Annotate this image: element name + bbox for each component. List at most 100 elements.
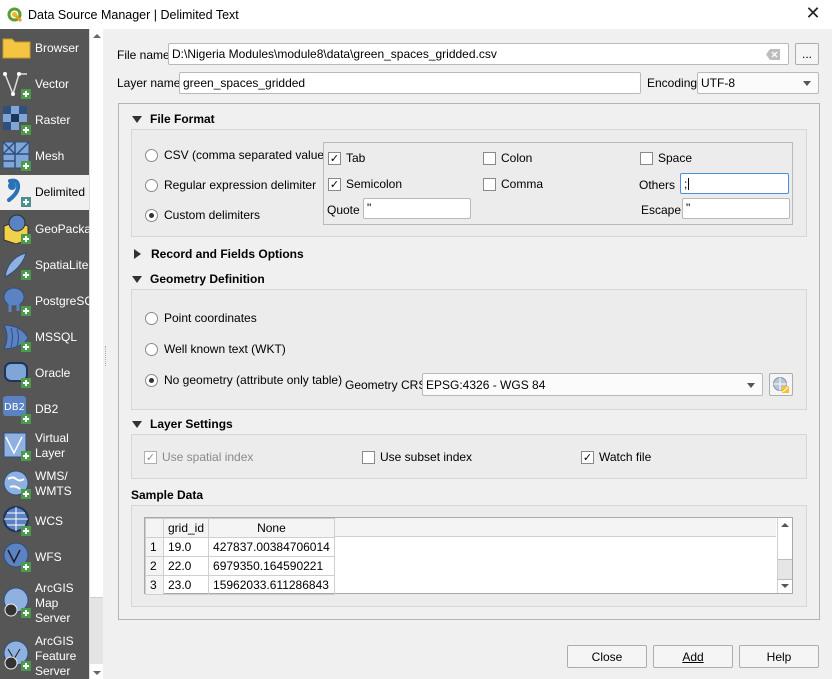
checkbox-tab[interactable]: ✓ Tab xyxy=(328,151,365,165)
table-cell: 23.0 xyxy=(162,575,210,595)
expand-triangle-icon xyxy=(132,115,142,123)
sidebar-item-wms-wmts[interactable]: WMS/WMTS xyxy=(0,467,89,501)
add-button[interactable]: Add xyxy=(653,645,733,668)
crs-selector-button[interactable] xyxy=(769,373,793,396)
sidebar-item-label: Oracle xyxy=(35,365,71,380)
scroll-up-icon[interactable] xyxy=(93,34,101,38)
sidebar-item-arcgis-feature-server[interactable]: ArcGIS Feature Server xyxy=(0,632,89,679)
expand-triangle-icon xyxy=(132,420,142,428)
radio-csv[interactable]: CSV (comma separated values) xyxy=(145,148,334,162)
radio-regex[interactable]: Regular expression delimiter xyxy=(145,178,316,192)
sidebar-item-label: ArcGIS Map Server xyxy=(35,580,74,625)
radio-custom-delimiters[interactable]: Custom delimiters xyxy=(145,208,260,222)
sidebar-item-spatialite[interactable]: SpatiaLite xyxy=(0,249,89,281)
scroll-down-icon[interactable] xyxy=(93,671,101,675)
others-input[interactable]: ; xyxy=(680,173,789,194)
checkbox-colon[interactable]: Colon xyxy=(483,151,532,165)
column-header-corner xyxy=(145,518,164,538)
crs-select[interactable]: EPSG:4326 - WGS 84 xyxy=(422,373,763,396)
checkbox-space-label: Space xyxy=(658,151,693,165)
radio-no-geometry-label: No geometry (attribute only table) xyxy=(164,373,343,387)
encoding-value: UTF-8 xyxy=(701,76,735,90)
splitter-handle[interactable] xyxy=(105,346,107,366)
sidebar-item-geopackage[interactable]: GeoPackage xyxy=(0,213,89,245)
sidebar-item-arcgis-map-server[interactable]: ArcGIS Map Server xyxy=(0,579,89,627)
sidebar-item-wcs[interactable]: WCS xyxy=(0,505,89,537)
sidebar-item-db2[interactable]: DB2 DB2 xyxy=(0,393,89,425)
radio-point-label: Point coordinates xyxy=(164,311,257,325)
sidebar-item-raster[interactable]: Raster xyxy=(0,104,89,136)
sidebar-item-mesh[interactable]: Mesh xyxy=(0,140,89,172)
checkbox-watch-file-label: Watch file xyxy=(599,450,652,464)
spatialite-icon xyxy=(4,252,31,280)
checkbox-comma[interactable]: Comma xyxy=(483,177,543,191)
geometry-header[interactable]: Geometry Definition xyxy=(132,272,265,286)
chevron-down-icon xyxy=(747,382,755,388)
sidebar-item-label: ArcGIS Feature Server xyxy=(35,633,77,678)
checkbox-watch-file[interactable]: ✓ Watch file xyxy=(581,450,651,464)
checkbox-indicator xyxy=(640,151,653,165)
table-scrollbar[interactable] xyxy=(777,518,792,593)
quote-input[interactable]: " xyxy=(363,198,471,219)
sidebar-item-oracle[interactable]: Oracle xyxy=(0,357,89,389)
sidebar-item-vector[interactable]: Vector xyxy=(0,68,89,100)
scrollbar-thumb[interactable] xyxy=(90,597,103,664)
scrollbar-thumb[interactable] xyxy=(778,559,792,580)
encoding-select[interactable]: UTF-8 xyxy=(697,72,819,94)
delimited-text-icon xyxy=(7,178,31,207)
radio-indicator xyxy=(145,208,158,222)
radio-wkt[interactable]: Well known text (WKT) xyxy=(145,342,286,356)
sidebar-item-delimited[interactable]: Delimited xyxy=(0,175,89,210)
checkbox-semicolon[interactable]: ✓ Semicolon xyxy=(328,177,402,191)
radio-indicator xyxy=(145,311,158,325)
column-header-grid-id[interactable]: grid_id xyxy=(162,518,210,538)
file-format-header[interactable]: File Format xyxy=(132,112,215,126)
sidebar-scrollbar[interactable] xyxy=(89,29,103,679)
help-button[interactable]: Help xyxy=(739,645,819,668)
record-fields-header[interactable]: Record and Fields Options xyxy=(132,247,304,261)
radio-wkt-label: Well known text (WKT) xyxy=(164,342,286,356)
checkbox-use-subset-index[interactable]: Use subset index xyxy=(362,450,472,464)
scroll-down-icon[interactable] xyxy=(781,584,789,588)
radio-no-geometry[interactable]: No geometry (attribute only table) xyxy=(145,373,342,387)
clear-icon[interactable] xyxy=(766,49,780,60)
chevron-down-icon xyxy=(803,81,811,86)
sample-data-table[interactable]: grid_id None 1 19.0 427837.00384706014 2… xyxy=(144,517,793,595)
file-name-value: D:\Nigeria Modules\module8\data\green_sp… xyxy=(172,47,497,61)
text-cursor xyxy=(688,177,690,190)
layer-settings-header[interactable]: Layer Settings xyxy=(132,417,233,431)
close-window-icon[interactable]: ✕ xyxy=(802,4,824,24)
radio-point-coordinates[interactable]: Point coordinates xyxy=(145,311,257,325)
sidebar-item-label: Virtual Layer xyxy=(35,431,69,460)
layer-settings-title: Layer Settings xyxy=(150,417,233,431)
checkbox-indicator: ✓ xyxy=(328,177,341,191)
checkbox-indicator xyxy=(483,177,496,191)
checkbox-indicator: ✓ xyxy=(328,151,341,165)
table-cell: 427837.00384706014 xyxy=(208,537,335,557)
sidebar-item-label: Mesh xyxy=(35,148,65,163)
scroll-up-icon[interactable] xyxy=(781,523,789,527)
table-header-row: grid_id None xyxy=(145,518,335,538)
column-header-none[interactable]: None xyxy=(208,518,335,538)
wfs-icon xyxy=(3,542,31,572)
checkbox-space[interactable]: Space xyxy=(640,151,692,165)
sidebar-item-label: DB2 xyxy=(35,401,59,416)
browse-button[interactable]: ... xyxy=(795,43,819,65)
sidebar-item-mssql[interactable]: MSSQL xyxy=(0,321,89,353)
file-name-input[interactable]: D:\Nigeria Modules\module8\data\green_sp… xyxy=(168,43,789,65)
radio-indicator xyxy=(145,342,158,356)
quote-label: Quote xyxy=(327,203,360,217)
mssql-icon xyxy=(3,324,31,352)
escape-input[interactable]: " xyxy=(682,198,790,219)
sidebar-item-wfs[interactable]: WFS xyxy=(0,541,89,573)
sidebar-item-postgresql[interactable]: PostgreSQL xyxy=(0,285,89,317)
close-button[interactable]: Close xyxy=(567,645,647,668)
table-cell: 6979350.164590221 xyxy=(208,556,335,576)
sample-data-title: Sample Data xyxy=(131,488,204,502)
sidebar-item-browser[interactable]: Browser xyxy=(0,32,89,64)
radio-custom-label: Custom delimiters xyxy=(164,208,261,222)
sidebar-item-virtual-layer[interactable]: Virtual Layer xyxy=(0,429,89,463)
checkbox-comma-label: Comma xyxy=(501,177,544,191)
checkbox-indicator xyxy=(483,151,496,165)
layer-name-input[interactable]: green_spaces_gridded xyxy=(179,72,641,94)
